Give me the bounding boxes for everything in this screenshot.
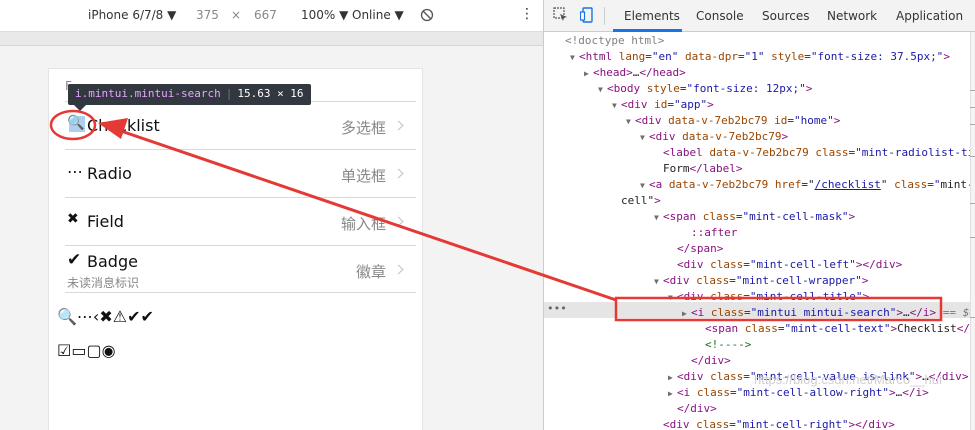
chevron-right-icon xyxy=(393,168,404,179)
expand-triangle-icon: ▼ xyxy=(640,133,645,142)
watermark: https://blog.csdn.net/Marco__hui xyxy=(754,372,942,387)
zoom-select[interactable]: 100% ▼ xyxy=(301,8,348,22)
tab-elements[interactable]: Elements xyxy=(624,9,680,23)
cell-value: 输入框 xyxy=(340,215,386,233)
scrollbar-track[interactable] xyxy=(970,32,975,430)
dom-tree: ••• <!doctype html> ▼ <html lang="en" data… xyxy=(544,32,975,430)
throttle-select[interactable]: Online ▼ xyxy=(352,8,404,22)
collapse-triangle-icon: ▶ xyxy=(584,69,589,78)
tooltip-selector: i.mintui.mintui-search xyxy=(75,87,221,100)
dom-node-line[interactable]: ▼ <div data-v-7eb2bc79 id="home"> xyxy=(626,113,840,129)
dom-node-line[interactable]: cell"> xyxy=(612,193,661,209)
devtools-tabbar: Elements Console Sources Network Applica… xyxy=(544,0,975,32)
expand-triangle-icon: ▼ xyxy=(668,293,673,302)
cell-badge[interactable]: ✔ Badge 未读消息标识 徽章 xyxy=(65,245,416,293)
chevron-right-icon xyxy=(393,120,404,131)
cell-checklist[interactable]: 🔍 Checklist 多选框 xyxy=(65,101,416,149)
tab-console[interactable]: Console xyxy=(696,9,744,23)
dom-node-line[interactable]: Form</label> xyxy=(654,161,742,177)
dom-node-line[interactable]: ▼ <span class="mint-cell-mask"> xyxy=(654,209,855,225)
collapse-triangle-icon: ▶ xyxy=(682,309,687,318)
expand-triangle-icon: ▼ xyxy=(598,85,603,94)
collapse-triangle-icon: ▶ xyxy=(668,389,673,398)
cell-label: Badge xyxy=(87,252,138,271)
dom-node-line[interactable]: ▶ <i class="mintui mintui-search">…</i> =… xyxy=(682,305,975,321)
cell-value: 徽章 xyxy=(355,263,386,281)
cell-label: Field xyxy=(87,212,124,231)
dom-node-line[interactable]: ▼ <div data-v-7eb2bc79> xyxy=(640,129,788,145)
dom-node-line[interactable]: ▼ <body style="font-size: 12px;"> xyxy=(598,81,812,97)
dom-node-line[interactable]: ▼ <div id="app"> xyxy=(612,97,714,113)
device-toggle-icon[interactable] xyxy=(579,7,598,23)
icon-sample-row-1: 🔍⋯‹✖⚠✔✔ xyxy=(57,307,154,326)
dom-node-line[interactable]: ▶ <i class="mint-cell-allow-right">…</i> xyxy=(668,385,929,401)
dom-node-line[interactable]: ▼ <a data-v-7eb2bc79 href="/checklist" cl… xyxy=(640,177,974,193)
dom-node-line[interactable]: <!doctype html> xyxy=(556,33,664,49)
rotate-icon[interactable] xyxy=(420,8,434,25)
icon-sample-row-2: ☑▭▢◉ xyxy=(57,341,116,360)
expand-triangle-icon: ▼ xyxy=(640,181,645,190)
expand-triangle-icon: ▼ xyxy=(654,213,659,222)
search-icon: 🔍 xyxy=(67,115,85,131)
dom-node-line[interactable]: </div> xyxy=(682,353,731,369)
inspect-cursor-icon[interactable] xyxy=(553,7,571,23)
cell-field[interactable]: ✖ Field 输入框 xyxy=(65,197,416,245)
width-input[interactable]: 375 xyxy=(196,8,219,22)
tooltip-size: 15.63 × 16 xyxy=(237,87,304,100)
dom-node-line[interactable]: ::after xyxy=(682,225,737,241)
dom-node-line[interactable]: ▶ <head>…</head> xyxy=(584,65,686,81)
inspect-tooltip: i.mintui.mintui-search | 15.63 × 16 xyxy=(68,84,311,111)
device-select[interactable]: iPhone 6/7/8 ▼ xyxy=(88,8,176,22)
dom-node-line[interactable]: ▼ <div class="mint-cell-title"> xyxy=(668,289,869,305)
dimension-times: × xyxy=(231,8,242,22)
cell-label: Checklist xyxy=(87,116,160,135)
dom-node-line[interactable]: </span> xyxy=(668,241,723,257)
dom-node-line[interactable]: <div class="mint-cell-right"></div> xyxy=(654,417,895,430)
dom-node-line[interactable]: </div> xyxy=(668,401,717,417)
tab-network[interactable]: Network xyxy=(827,9,877,23)
expand-triangle-icon: ▼ xyxy=(612,101,617,110)
chevron-right-icon xyxy=(393,216,404,227)
phone-viewport: F 🔍 Checklist 多选框 ⋯ Radio 单选框 ✖ Field 输入… xyxy=(48,68,423,430)
dom-node-line[interactable]: <!----> xyxy=(696,337,751,353)
check-icon: ✔ xyxy=(67,250,82,270)
height-input[interactable]: 667 xyxy=(254,8,277,22)
cell-value: 单选框 xyxy=(340,167,386,185)
cell-radio[interactable]: ⋯ Radio 单选框 xyxy=(65,149,416,197)
dom-node-line[interactable]: ▼ <html lang="en" data-dpr="1" style="fon… xyxy=(570,49,950,65)
expand-triangle-icon: ▼ xyxy=(654,277,659,286)
expand-triangle-icon: ▼ xyxy=(570,53,575,62)
dom-node-line[interactable]: <span class="mint-cell-text">Checklist</… xyxy=(696,321,975,337)
devtools-panel: Elements Console Sources Network Applica… xyxy=(543,0,975,430)
media-query-ruler xyxy=(0,32,543,46)
device-toolbar: iPhone 6/7/8 ▼ 375 × 667 100% ▼ Online ▼… xyxy=(0,0,543,32)
cell-value: 多选框 xyxy=(340,119,386,137)
cell-sublabel: 未读消息标识 xyxy=(67,276,140,290)
more-dots-icon[interactable]: ••• xyxy=(547,302,567,316)
collapse-triangle-icon: ▶ xyxy=(668,373,673,382)
device-preview-pane: iPhone 6/7/8 ▼ 375 × 667 100% ▼ Online ▼… xyxy=(0,0,543,430)
more-menu-icon[interactable]: ⋮ xyxy=(520,6,534,22)
expand-triangle-icon: ▼ xyxy=(626,117,631,126)
close-circle-icon: ✖ xyxy=(67,211,79,227)
more-dots-icon: ⋯ xyxy=(67,162,83,181)
dom-node-line[interactable]: ▼ <div class="mint-cell-wrapper"> xyxy=(654,273,868,289)
dom-node-line[interactable]: <label data-v-7eb2bc79 class="mint-radio… xyxy=(654,145,975,161)
cell-label: Radio xyxy=(87,164,132,183)
tab-application[interactable]: Application xyxy=(896,9,963,23)
dom-node-line[interactable]: <div class="mint-cell-left"></div> xyxy=(668,257,902,273)
tab-separator xyxy=(604,7,605,25)
tab-sources[interactable]: Sources xyxy=(762,9,809,23)
chevron-right-icon xyxy=(393,264,404,275)
